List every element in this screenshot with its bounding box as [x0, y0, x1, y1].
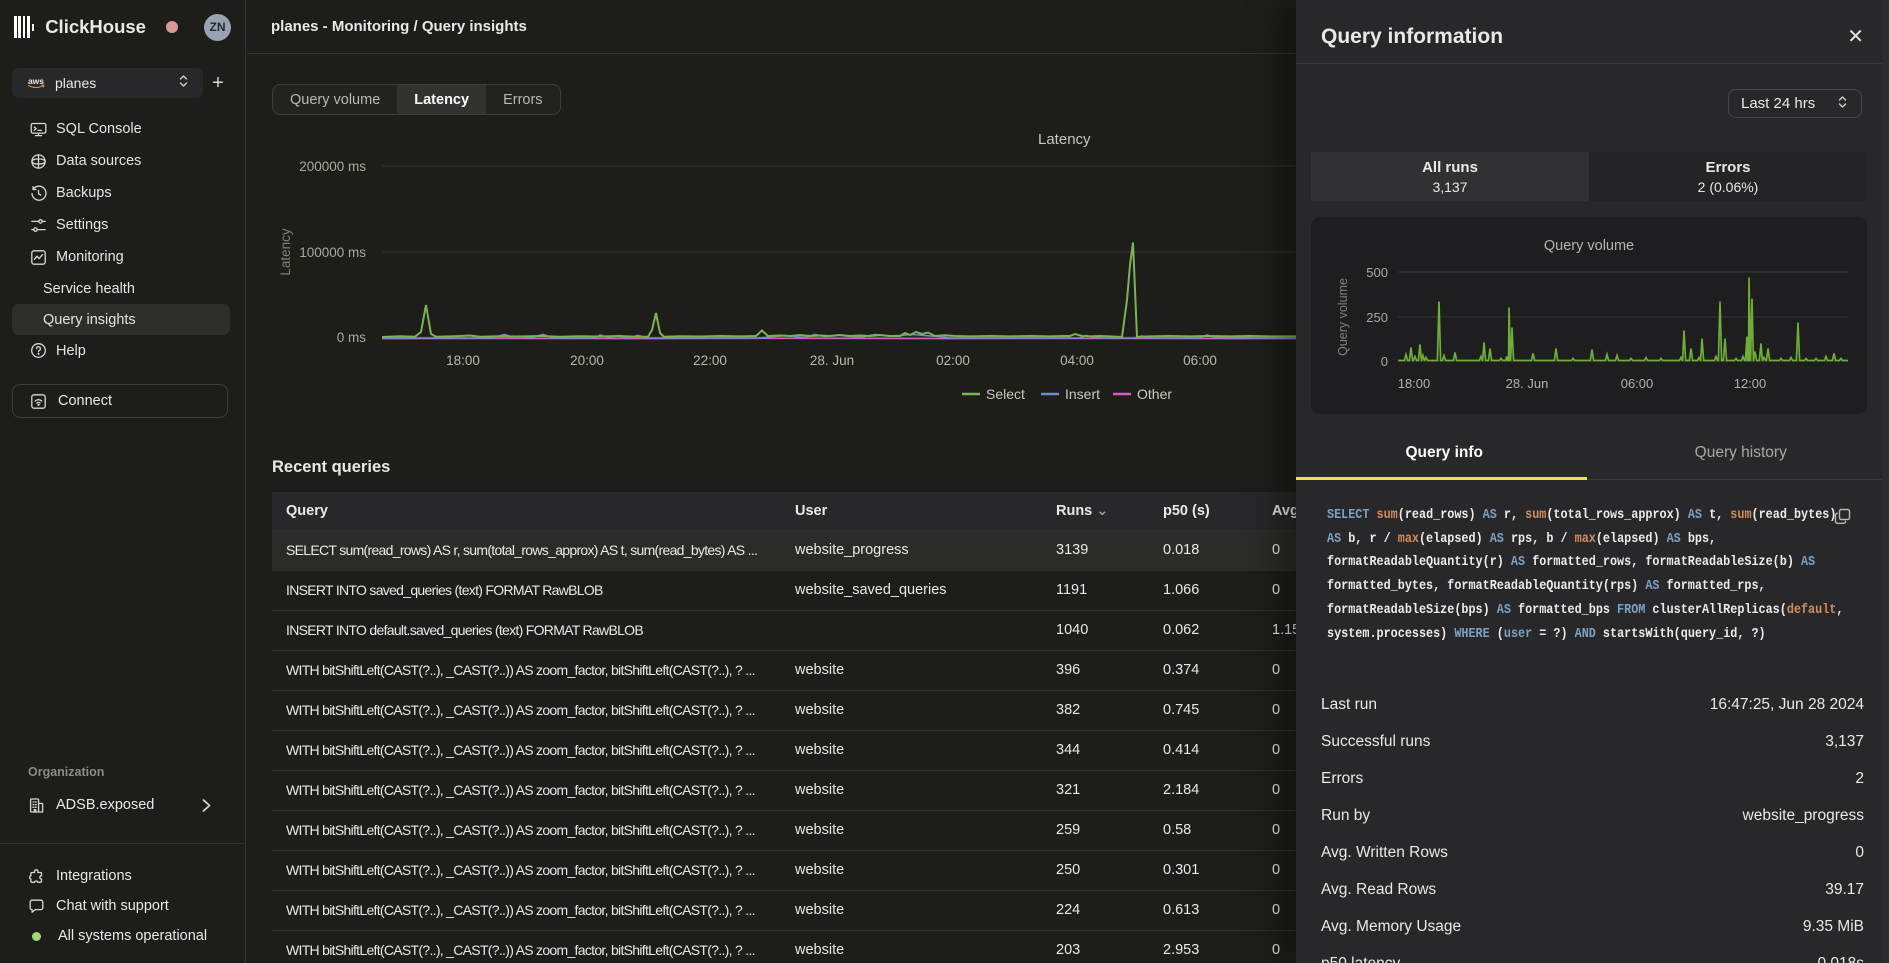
svg-text:22:00: 22:00	[693, 353, 727, 368]
svg-text:Select: Select	[986, 386, 1025, 402]
svg-text:28. Jun: 28. Jun	[810, 353, 854, 368]
svg-text:250: 250	[1366, 310, 1388, 325]
svg-text:12:00: 12:00	[1734, 376, 1767, 391]
svg-text:20:00: 20:00	[570, 353, 604, 368]
svg-text:Other: Other	[1137, 386, 1172, 402]
svg-text:28. Jun: 28. Jun	[1506, 376, 1549, 391]
svg-text:Query volume: Query volume	[1336, 278, 1350, 356]
svg-text:18:00: 18:00	[1398, 376, 1431, 391]
svg-text:06:00: 06:00	[1621, 376, 1654, 391]
svg-text:aws: aws	[28, 76, 44, 86]
svg-text:100000 ms: 100000 ms	[299, 245, 366, 260]
svg-text:02:00: 02:00	[936, 353, 970, 368]
svg-text:Latency: Latency	[278, 228, 293, 276]
svg-text:0: 0	[1381, 354, 1388, 369]
svg-text:Query volume: Query volume	[1544, 238, 1634, 254]
svg-text:0 ms: 0 ms	[337, 330, 367, 345]
svg-text:Insert: Insert	[1065, 386, 1100, 402]
svg-text:06:00: 06:00	[1183, 353, 1217, 368]
svg-text:500: 500	[1366, 265, 1388, 280]
svg-text:18:00: 18:00	[446, 353, 480, 368]
svg-text:200000 ms: 200000 ms	[299, 159, 366, 174]
svg-text:04:00: 04:00	[1060, 353, 1094, 368]
